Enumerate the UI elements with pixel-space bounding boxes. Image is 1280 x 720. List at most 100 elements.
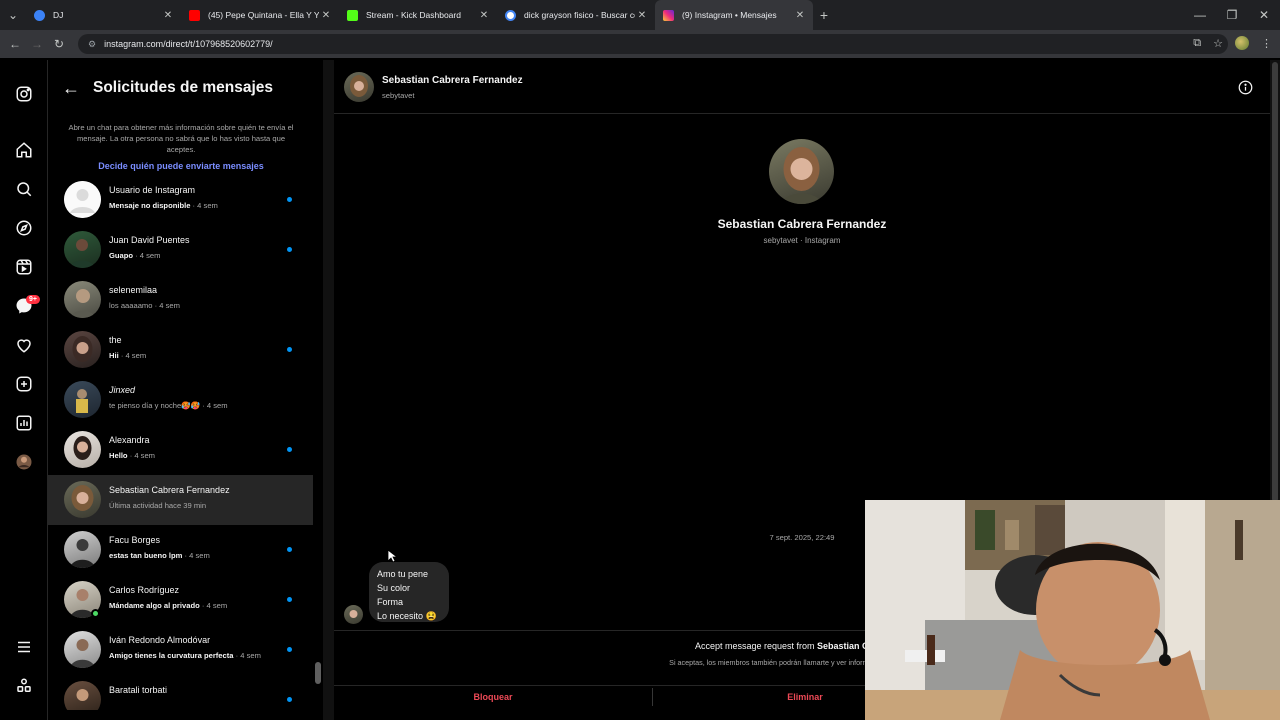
panel-scrollbar[interactable]: [323, 60, 334, 720]
home-icon[interactable]: [14, 140, 34, 160]
avatar: [64, 431, 101, 468]
request-time: · 4 sem: [200, 401, 228, 410]
tab-instagram[interactable]: (9) Instagram • Mensajes ✕: [655, 0, 813, 30]
list-item[interactable]: the Hii · 4 sem: [48, 325, 313, 375]
tab-title: (45) Pepe Quintana - Ella Y Yo F: [208, 10, 319, 20]
tab-dj[interactable]: DJ ✕: [26, 0, 181, 30]
notifications-heart-icon[interactable]: [14, 335, 34, 355]
request-time: · 4 sem: [182, 551, 210, 560]
close-window-icon[interactable]: ✕: [1248, 8, 1280, 22]
youtube-icon: [189, 9, 200, 21]
request-name: Facu Borges: [109, 535, 161, 545]
request-name: Jinxed: [109, 385, 136, 395]
reels-icon[interactable]: [14, 257, 34, 277]
block-button[interactable]: Bloquear: [334, 692, 652, 702]
profile-avatar-icon[interactable]: [14, 452, 34, 472]
chat-header-avatar[interactable]: [344, 72, 374, 102]
request-preview: Hello: [109, 451, 128, 460]
requests-list: Usuario de Instagram Mensaje no disponib…: [48, 175, 313, 710]
list-item-selected[interactable]: Sebastian Cabrera Fernandez Última activ…: [48, 475, 313, 525]
unread-dot: [287, 197, 292, 202]
request-time: · 4 sem: [152, 301, 180, 310]
address-bar[interactable]: ⚙ instagram.com/direct/t/107968520602779…: [78, 34, 1228, 54]
cast-icon[interactable]: ⧉: [1193, 37, 1201, 50]
list-item[interactable]: Juan David Puentes Guapo · 4 sem: [48, 225, 313, 275]
conversation-info-icon[interactable]: [1238, 80, 1253, 95]
avatar: [64, 481, 101, 518]
requests-description: Abre un chat para obtener más informació…: [68, 123, 294, 154]
chat-header: [334, 62, 1270, 114]
unread-dot: [287, 697, 292, 702]
list-item[interactable]: Baratali torbati: [48, 675, 313, 710]
new-tab-icon[interactable]: +: [813, 7, 835, 23]
back-icon[interactable]: ←: [4, 37, 26, 51]
message-line: Lo necesito 😫: [377, 611, 437, 621]
request-preview-line: te pienso día y noche🥵🥵 · 4 sem: [109, 401, 228, 410]
profile-name: Sebastian Cabrera Fernandez: [717, 217, 887, 231]
reload-icon[interactable]: ↻: [48, 37, 70, 51]
scrollbar-thumb[interactable]: [1272, 62, 1278, 502]
list-item[interactable]: Iván Redondo Almodóvar Amigo tienes la c…: [48, 625, 313, 675]
tab-close-icon[interactable]: ✕: [477, 10, 491, 21]
request-preview-line: estas tan bueno lpm · 4 sem: [109, 551, 210, 560]
more-menu-icon[interactable]: [14, 637, 34, 657]
list-item[interactable]: Alexandra Hello · 4 sem: [48, 425, 313, 475]
request-time: · 4 sem: [133, 251, 161, 260]
request-name: Baratali torbati: [109, 685, 168, 695]
message-bubble[interactable]: Amo tu pene Su color Forma Lo necesito 😫: [369, 562, 449, 622]
site-info-icon[interactable]: ⚙: [88, 39, 96, 50]
request-time: · 4 sem: [127, 451, 156, 460]
restore-icon[interactable]: ❐: [1216, 8, 1248, 22]
avatar: [64, 331, 101, 368]
request-preview: Mándame algo al privado: [109, 601, 200, 610]
requests-title: Solicitudes de mensajes: [93, 79, 274, 96]
unread-dot: [287, 597, 292, 602]
tab-close-icon[interactable]: ✕: [793, 10, 807, 21]
tab-kick[interactable]: Stream - Kick Dashboard ✕: [339, 0, 497, 30]
list-item[interactable]: Facu Borges estas tan bueno lpm · 4 sem: [48, 525, 313, 575]
chat-header-name[interactable]: Sebastian Cabrera Fernandez: [382, 75, 523, 86]
message-line: Forma: [377, 597, 404, 607]
also-from-meta-icon[interactable]: [14, 676, 34, 696]
menu-kebab-icon[interactable]: ⋮: [1261, 37, 1272, 50]
message-avatar: [344, 605, 363, 624]
list-item[interactable]: Jinxed te pienso día y noche🥵🥵 · 4 sem: [48, 375, 313, 425]
request-name: Alexandra: [109, 435, 150, 445]
who-can-message-link[interactable]: Decide quién puede enviarte mensajes: [62, 161, 300, 171]
requests-scrollbar[interactable]: [313, 178, 323, 708]
bookmark-star-icon[interactable]: ☆: [1213, 37, 1223, 50]
browser-tab-bar: ⌄ DJ ✕ (45) Pepe Quintana - Ella Y Yo F …: [0, 0, 1280, 30]
tab-youtube[interactable]: (45) Pepe Quintana - Ella Y Yo F ✕: [181, 0, 339, 30]
tab-search-icon[interactable]: ⌄: [0, 8, 26, 22]
minimize-icon[interactable]: —: [1184, 8, 1216, 22]
request-preview-line: Hello · 4 sem: [109, 451, 155, 460]
unread-dot: [287, 447, 292, 452]
mouse-cursor-icon: [387, 549, 397, 563]
tab-title: DJ: [53, 10, 64, 20]
unread-dot: [287, 547, 292, 552]
forward-icon[interactable]: →: [26, 37, 48, 51]
request-name: Iván Redondo Almodóvar: [109, 635, 211, 645]
profile-avatar[interactable]: [1235, 36, 1249, 50]
instagram-logo-icon[interactable]: [14, 84, 34, 104]
list-item[interactable]: Carlos Rodríguez Mándame algo al privado…: [48, 575, 313, 625]
back-arrow-icon[interactable]: ←: [62, 78, 80, 99]
scrollbar-thumb[interactable]: [315, 662, 321, 684]
list-item[interactable]: selenemilaa los aaaaamo · 4 sem: [48, 275, 313, 325]
request-preview: Última actividad hace 39 min: [109, 501, 207, 510]
list-item[interactable]: Usuario de Instagram Mensaje no disponib…: [48, 175, 313, 225]
request-name: Usuario de Instagram: [109, 185, 196, 195]
tab-close-icon[interactable]: ✕: [319, 10, 333, 21]
tab-close-icon[interactable]: ✕: [635, 10, 649, 21]
tab-google[interactable]: dick grayson fisico - Buscar con ✕: [497, 0, 655, 30]
chat-header-username: sebytavet: [382, 91, 415, 100]
request-name: the: [109, 335, 122, 345]
search-icon[interactable]: [14, 179, 34, 199]
profile-avatar-large[interactable]: [769, 139, 834, 204]
avatar: [64, 231, 101, 268]
explore-compass-icon[interactable]: [14, 218, 34, 238]
dashboard-icon[interactable]: [14, 413, 34, 433]
tab-close-icon[interactable]: ✕: [161, 10, 175, 21]
request-preview: Hii: [109, 351, 119, 360]
create-plus-icon[interactable]: [14, 374, 34, 394]
